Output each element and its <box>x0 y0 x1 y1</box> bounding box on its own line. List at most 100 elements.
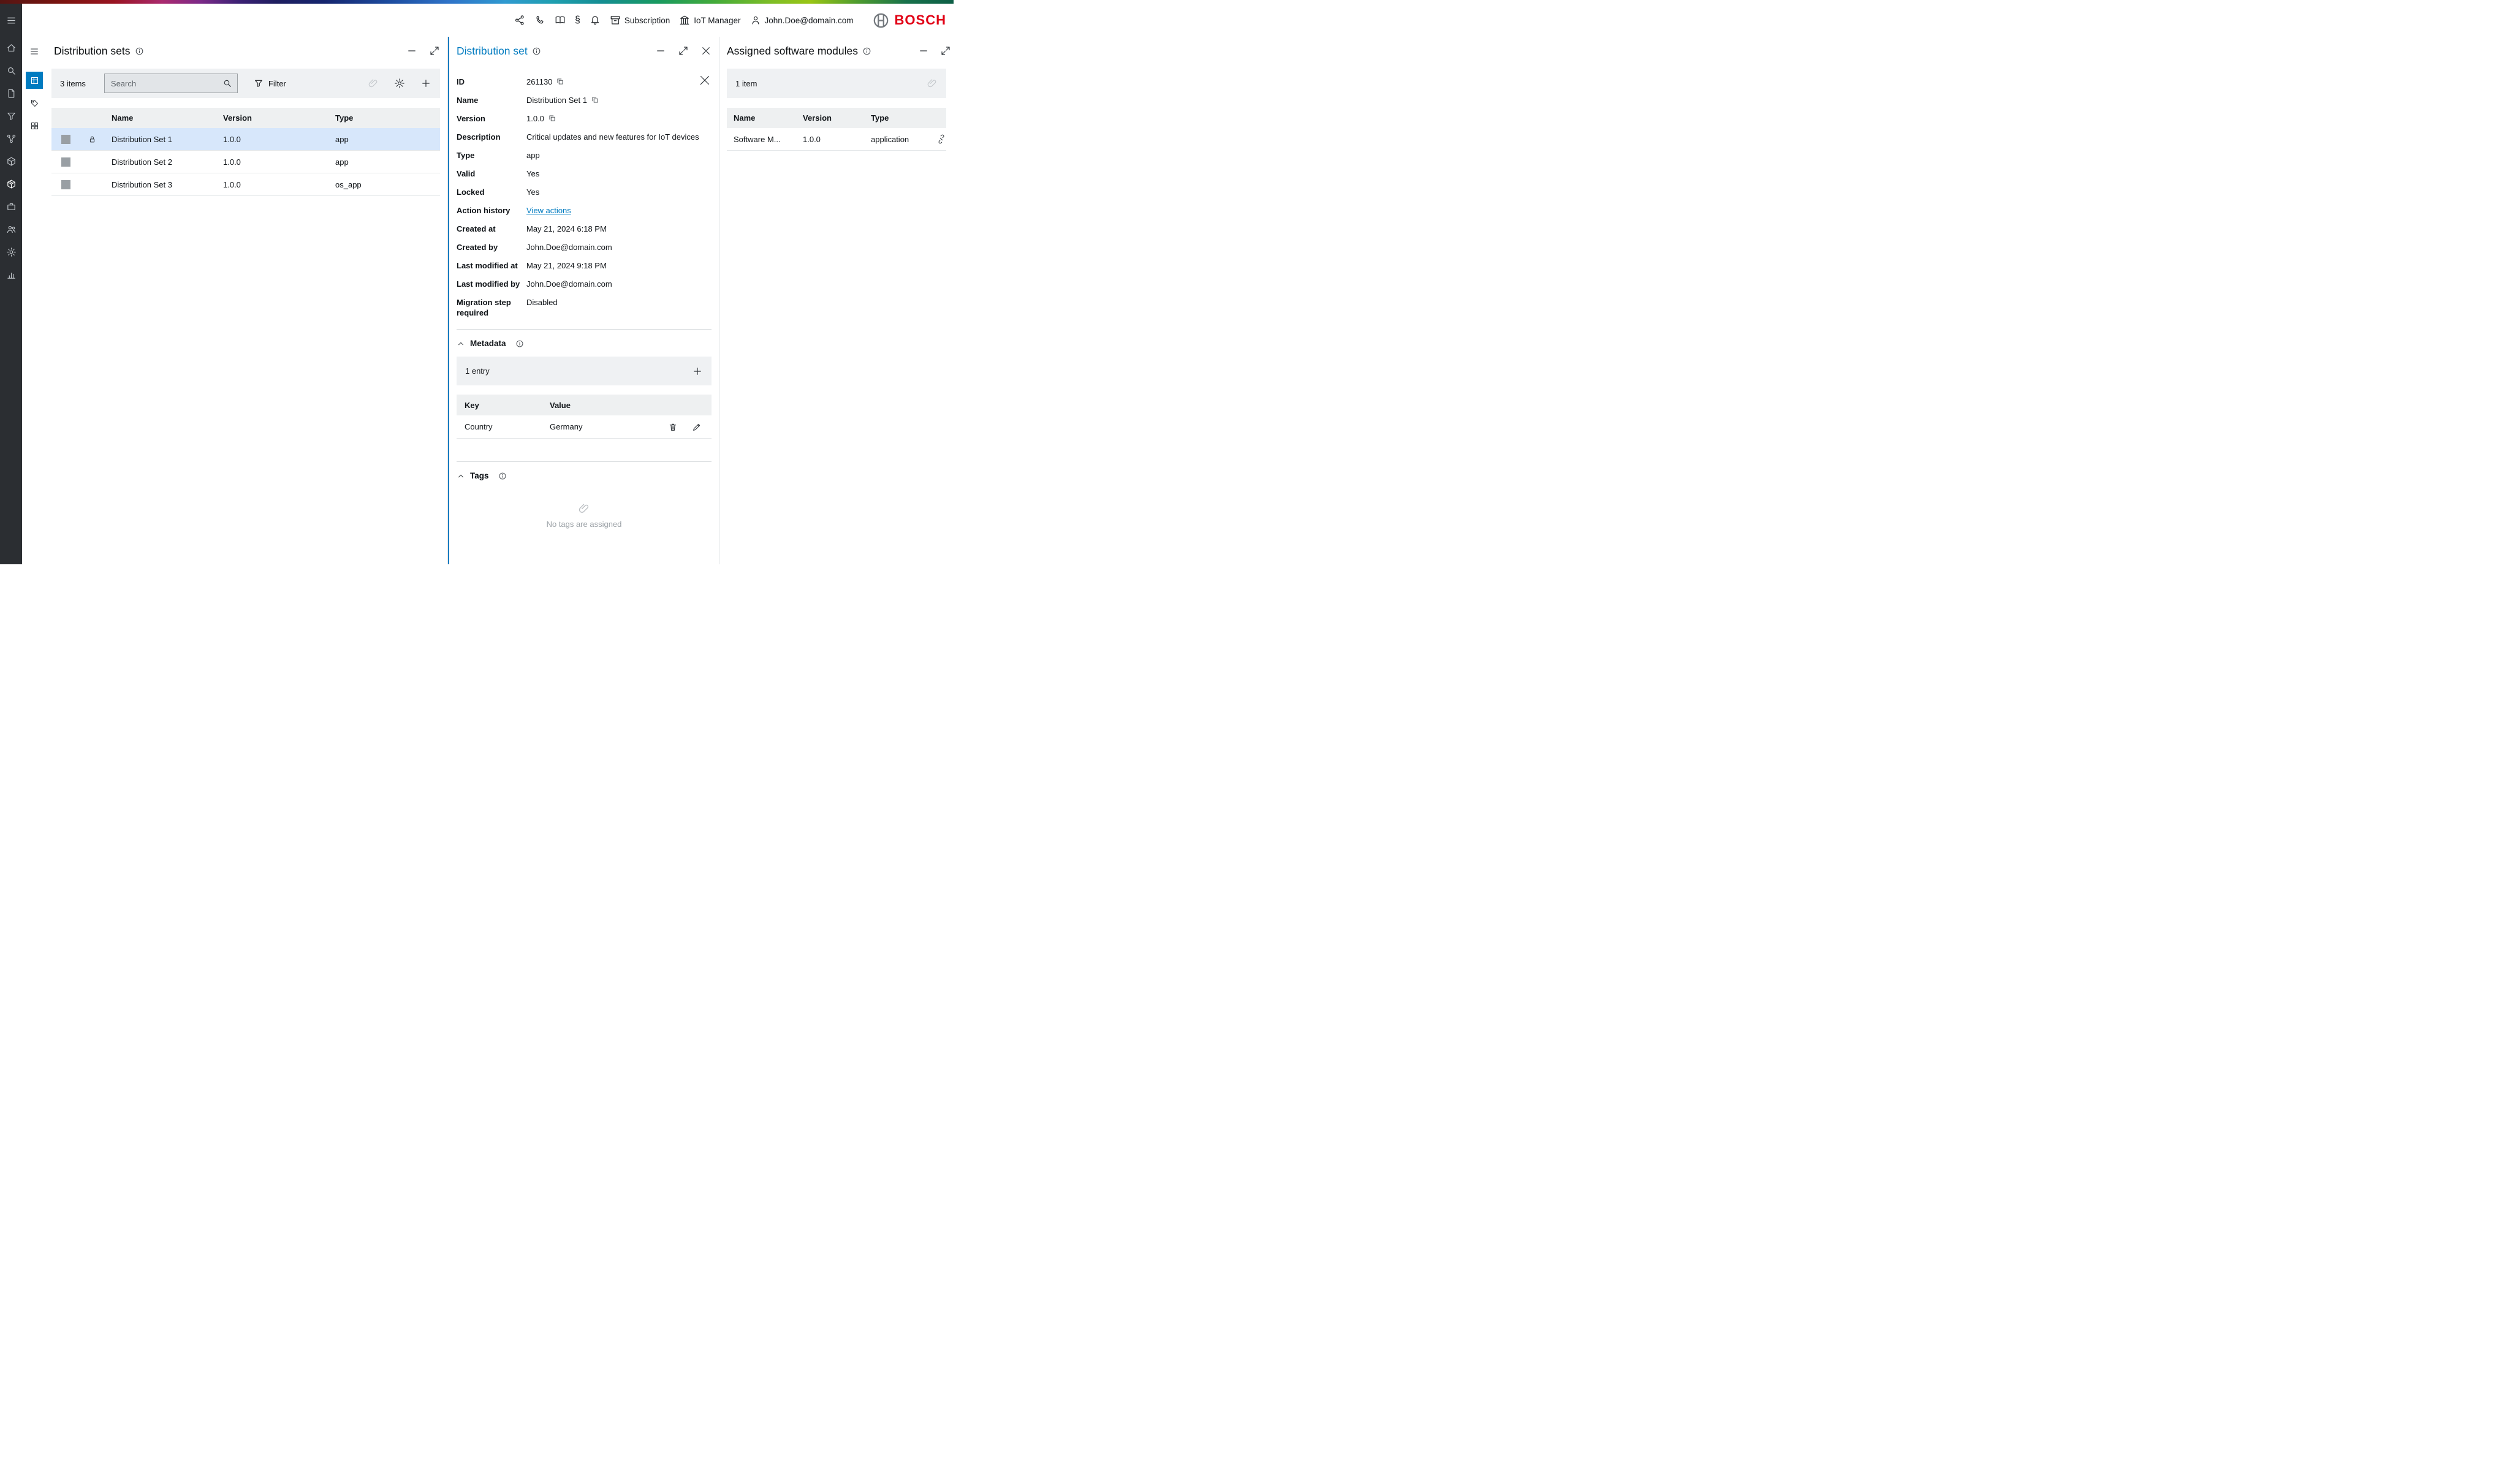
section-divider <box>457 329 712 330</box>
table-row[interactable]: Distribution Set 3 1.0.0 os_app <box>51 173 440 196</box>
table-row[interactable]: Country Germany <box>457 415 712 439</box>
sidebar-item-users[interactable] <box>0 218 22 241</box>
field-id: ID 261130 <box>449 72 719 91</box>
legal-button[interactable]: § <box>575 15 580 25</box>
sidebar-item-workflows[interactable] <box>0 127 22 150</box>
row-checkbox[interactable] <box>61 135 70 144</box>
tags-empty-state: No tags are assigned <box>449 486 719 529</box>
minimize-button[interactable] <box>918 45 929 56</box>
sidebar-item-briefcase[interactable] <box>0 195 22 218</box>
field-locked: Locked Yes <box>449 183 719 201</box>
panel-title: Distribution sets <box>54 45 131 58</box>
app-switcher-button[interactable]: IoT Manager <box>679 15 740 26</box>
collapse-tags-button[interactable] <box>457 472 465 480</box>
info-icon <box>135 47 144 56</box>
add-distribution-set-button[interactable] <box>420 78 431 89</box>
expand-icon <box>940 45 951 56</box>
sidebar-item-home[interactable] <box>0 37 22 59</box>
actions-tools-button[interactable] <box>699 75 710 86</box>
row-checkbox[interactable] <box>61 157 70 167</box>
col-version: Version <box>223 113 335 123</box>
metadata-table: Key Value Country Germany <box>457 395 712 439</box>
field-value: Distribution Set 1 <box>526 95 587 105</box>
assign-module-button[interactable] <box>927 78 938 89</box>
view-list-button[interactable] <box>26 72 43 89</box>
info-button[interactable] <box>515 339 524 348</box>
row-checkbox[interactable] <box>61 180 70 189</box>
meta-key: Country <box>465 422 550 431</box>
phone-icon <box>534 15 545 26</box>
table-row[interactable]: Distribution Set 1 1.0.0 app <box>51 128 440 151</box>
bosch-symbol-icon <box>873 12 889 29</box>
copy-icon[interactable] <box>591 96 599 104</box>
info-button[interactable] <box>135 47 144 56</box>
unassign-module-button[interactable] <box>936 134 946 144</box>
sidebar-item-filter[interactable] <box>0 105 22 127</box>
table-settings-button[interactable] <box>394 78 405 89</box>
expand-button[interactable] <box>940 45 951 56</box>
sidebar-item-settings[interactable] <box>0 241 22 263</box>
view-modules-button[interactable] <box>26 117 43 134</box>
edit-metadata-button[interactable] <box>692 422 702 432</box>
field-value: app <box>526 150 540 161</box>
app-label: IoT Manager <box>694 16 740 25</box>
subscription-button[interactable]: Subscription <box>610 15 670 26</box>
search-input[interactable] <box>111 79 222 88</box>
modules-toolbar: 1 item <box>727 69 946 98</box>
notifications-button[interactable] <box>590 15 601 26</box>
table-row[interactable]: Software M... 1.0.0 application <box>727 128 946 151</box>
plus-icon <box>692 366 703 377</box>
minimize-button[interactable] <box>655 45 666 56</box>
close-button[interactable] <box>700 45 712 56</box>
search-box[interactable] <box>104 74 238 93</box>
bosch-wordmark: BOSCH <box>895 12 946 28</box>
documentation-button[interactable] <box>555 15 566 26</box>
workflow-icon <box>6 134 17 144</box>
row-name: Distribution Set 3 <box>112 180 223 189</box>
filter-button[interactable]: Filter <box>254 78 286 88</box>
row-type: application <box>871 135 929 144</box>
minimize-button[interactable] <box>406 45 417 56</box>
distribution-sets-table: Name Version Type Distribution Set 1 1.0… <box>51 108 440 196</box>
field-action-history: Action history View actions <box>449 201 719 219</box>
sidebar-item-distribution-sets[interactable] <box>0 173 22 195</box>
info-button[interactable] <box>862 47 871 56</box>
row-type: app <box>335 135 440 144</box>
assign-tag-button[interactable] <box>368 78 379 89</box>
copy-icon[interactable] <box>556 77 564 86</box>
col-value: Value <box>550 401 702 410</box>
view-actions-link[interactable]: View actions <box>526 205 571 216</box>
user-menu-button[interactable]: John.Doe@domain.com <box>750 15 854 26</box>
sidebar-item-analytics[interactable] <box>0 263 22 286</box>
view-tags-button[interactable] <box>26 94 43 112</box>
contact-button[interactable] <box>534 15 545 26</box>
copy-icon[interactable] <box>548 114 556 123</box>
add-metadata-button[interactable] <box>692 366 703 377</box>
sidebar-item-search[interactable] <box>0 59 22 82</box>
iot-manager-icon <box>679 15 690 26</box>
share-button[interactable] <box>514 15 525 26</box>
info-button[interactable] <box>532 47 541 56</box>
sidebar-item-menu[interactable] <box>0 4 22 37</box>
reader-icon <box>555 15 566 26</box>
briefcase-icon <box>6 202 17 212</box>
panel-menu-button[interactable] <box>26 43 43 60</box>
info-button[interactable] <box>498 472 507 480</box>
metadata-toolbar: 1 entry <box>457 357 712 385</box>
expand-button[interactable] <box>678 45 689 56</box>
expand-icon <box>678 45 689 56</box>
table-row[interactable]: Distribution Set 2 1.0.0 app <box>51 151 440 173</box>
sidebar-item-documents[interactable] <box>0 82 22 105</box>
sidebar-item-packages[interactable] <box>0 150 22 173</box>
users-icon <box>6 224 17 235</box>
metadata-count: 1 entry <box>465 366 490 376</box>
delete-metadata-button[interactable] <box>668 422 678 432</box>
expand-button[interactable] <box>429 45 440 56</box>
pencil-icon <box>692 422 702 432</box>
close-icon <box>700 45 712 56</box>
collapse-metadata-button[interactable] <box>457 339 465 348</box>
tags-section-header: Tags <box>457 471 712 480</box>
assigned-software-modules-panel: Assigned software modules 1 item <box>719 37 954 564</box>
filter-label: Filter <box>268 79 286 88</box>
field-valid: Valid Yes <box>449 164 719 183</box>
